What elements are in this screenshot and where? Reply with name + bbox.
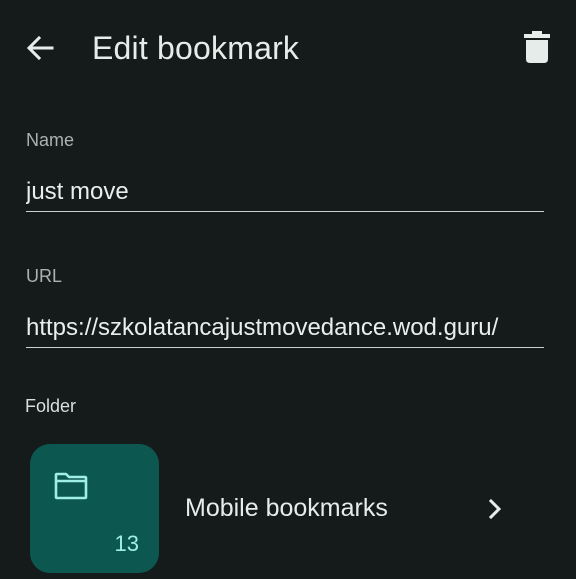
arrow-back-icon <box>26 35 54 61</box>
folder-icon <box>54 472 88 500</box>
url-input[interactable] <box>26 308 544 348</box>
top-app-bar: Edit bookmark <box>0 0 576 96</box>
folder-name: Mobile bookmarks <box>185 494 388 522</box>
delete-button[interactable] <box>518 28 556 66</box>
name-field-label: Name <box>26 130 75 150</box>
folder-count-badge: 13 <box>114 531 139 556</box>
name-input[interactable] <box>26 172 544 212</box>
folder-section-label: Folder <box>25 396 77 416</box>
edit-bookmark-screen: Edit bookmark Name URL Folder 13 Mobile … <box>0 0 576 579</box>
trash-icon <box>524 31 550 63</box>
folder-selector[interactable]: 13 Mobile bookmarks <box>0 440 576 576</box>
folder-tile: 13 <box>30 444 159 573</box>
back-button[interactable] <box>22 30 58 66</box>
chevron-right-icon <box>488 498 502 520</box>
page-title: Edit bookmark <box>92 30 300 66</box>
url-field-label: URL <box>26 266 63 286</box>
